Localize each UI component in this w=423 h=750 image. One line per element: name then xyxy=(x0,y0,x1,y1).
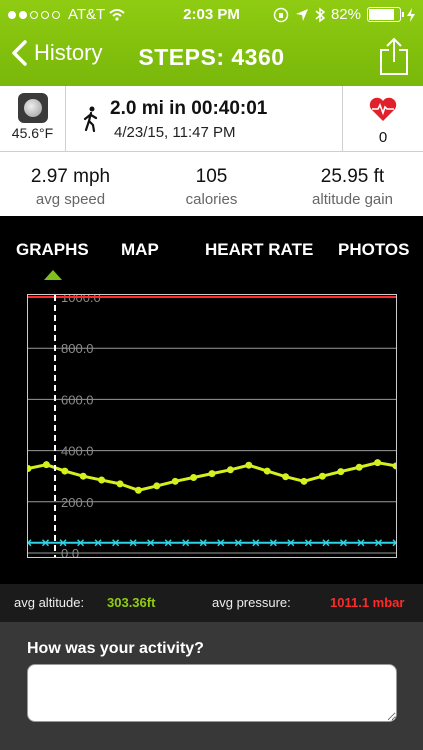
activity-datetime: 4/23/15, 11:47 PM xyxy=(114,124,236,141)
data-point xyxy=(374,459,382,467)
y-tick-label: 200.0 xyxy=(61,495,94,510)
tab-graphs[interactable]: GRAPHS xyxy=(16,240,89,260)
location-icon xyxy=(295,8,308,21)
data-point xyxy=(42,461,50,469)
stat-altitude-gain: 25.95 ft altitude gain xyxy=(282,152,423,216)
stat-calories: 105 calories xyxy=(141,152,282,216)
tab-photos[interactable]: PHOTOS xyxy=(338,240,409,260)
avg-altitude-value: 303.36ft xyxy=(107,595,156,610)
activity-summary: 45.6°F 2.0 mi in 00:40:01 4/23/15, 11:47… xyxy=(0,86,423,152)
y-tick-label: 800.0 xyxy=(61,341,94,356)
charging-icon xyxy=(407,7,415,22)
data-point xyxy=(392,462,396,470)
data-point xyxy=(79,472,87,480)
feedback-section: How was your activity? xyxy=(0,622,423,750)
activity-panel: 2.0 mi in 00:40:01 4/23/15, 11:47 PM xyxy=(66,86,343,152)
data-point xyxy=(355,463,363,471)
data-point xyxy=(28,465,32,473)
data-point xyxy=(134,486,142,494)
data-point xyxy=(116,480,124,488)
status-bar: AT&T 2:03 PM 82% xyxy=(0,0,423,30)
tab-bar: GRAPHS MAP HEART RATE PHOTOS xyxy=(0,216,423,290)
data-point xyxy=(300,477,308,485)
data-point xyxy=(337,468,345,476)
y-tick-label: 400.0 xyxy=(61,444,94,459)
data-point xyxy=(318,472,326,480)
avg-pressure-label: avg pressure: xyxy=(212,595,291,610)
weather-panel: 45.6°F xyxy=(0,86,66,152)
stat-value: 25.95 ft xyxy=(320,166,385,187)
stat-avg-speed: 2.97 mph avg speed xyxy=(0,152,141,216)
heart-count: 0 xyxy=(378,129,388,146)
moon-weather-icon xyxy=(17,93,48,123)
data-point xyxy=(98,476,106,484)
battery-icon xyxy=(367,7,404,22)
data-point xyxy=(61,467,69,475)
active-tab-indicator xyxy=(44,270,62,280)
bluetooth-icon xyxy=(315,7,325,22)
orientation-lock-icon xyxy=(273,7,289,22)
status-right: 82% xyxy=(273,6,415,23)
data-point xyxy=(263,467,271,475)
y-tick-label: 600.0 xyxy=(61,392,94,407)
top-bar: AT&T 2:03 PM 82% History STEPS: 4360 xyxy=(0,0,423,86)
heart-pulse-icon xyxy=(369,97,397,121)
data-point xyxy=(245,461,253,469)
walking-icon xyxy=(83,106,98,132)
data-point xyxy=(282,473,290,481)
stat-label: avg speed xyxy=(35,191,106,208)
data-point xyxy=(208,470,216,478)
chart-svg: 1000.0800.0600.0400.0200.00.0 xyxy=(28,295,396,557)
tab-map[interactable]: MAP xyxy=(121,240,159,260)
share-icon[interactable] xyxy=(379,36,409,76)
feedback-question: How was your activity? xyxy=(27,640,204,657)
stat-label: calories xyxy=(185,191,238,208)
navigation-bar: History STEPS: 4360 xyxy=(0,30,423,86)
battery-percent: 82% xyxy=(330,6,361,23)
feedback-input[interactable] xyxy=(27,664,397,722)
temperature: 45.6°F xyxy=(11,125,54,141)
altitude-pressure-graph[interactable]: 1000.0 800.0 600.0 400.0 200.0 0.0 xyxy=(27,294,397,558)
stat-value: 105 xyxy=(195,166,228,187)
y-tick-label: 0.0 xyxy=(61,546,79,557)
stats-row: 2.97 mph avg speed 105 calories 25.95 ft… xyxy=(0,152,423,216)
data-point xyxy=(153,482,161,490)
data-point xyxy=(226,466,234,474)
stat-label: altitude gain xyxy=(312,191,393,208)
data-point xyxy=(171,477,179,485)
activity-distance-time: 2.0 mi in 00:40:01 xyxy=(110,98,268,119)
avg-pressure-value: 1011.1 mbar xyxy=(330,595,405,610)
avg-altitude-label: avg altitude: xyxy=(14,595,85,610)
page-title: STEPS: 4360 xyxy=(138,44,285,70)
averages-bar: avg altitude: 303.36ft avg pressure: 101… xyxy=(0,584,423,622)
tab-heart-rate[interactable]: HEART RATE xyxy=(205,240,313,260)
stat-value: 2.97 mph xyxy=(30,166,111,187)
data-point xyxy=(190,473,198,481)
heart-panel[interactable]: 0 xyxy=(343,86,423,152)
